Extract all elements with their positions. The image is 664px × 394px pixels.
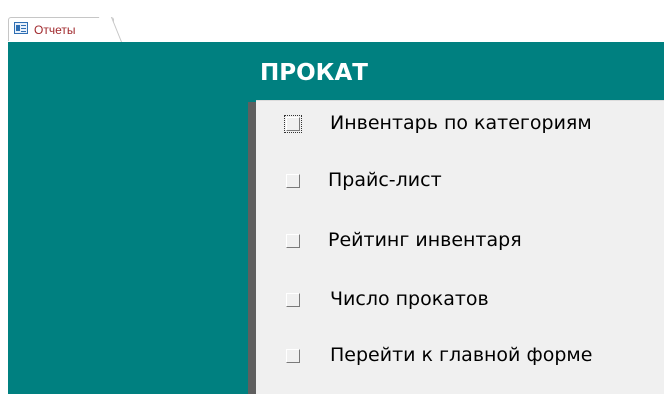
menu-button[interactable] [286,174,300,188]
menu-item-go-to-main-form[interactable]: Перейти к главной форме [256,339,664,373]
tab-label: Отчеты [34,23,76,37]
menu-panel: Инвентарь по категориям Прайс-лист Рейти… [256,100,664,394]
menu-item-label: Инвентарь по категориям [330,112,592,134]
document-tab-strip: Отчеты [0,0,664,42]
form-title: ПРОКАТ [260,60,368,86]
menu-item-price-list[interactable]: Прайс-лист [256,164,664,198]
menu-item-label: Число прокатов [330,288,489,310]
switchboard-form: ПРОКАТ Инвентарь по категориям Прайс-лис… [8,42,664,394]
panel-shadow [248,102,256,394]
menu-item-inventory-by-category[interactable]: Инвентарь по категориям [256,107,664,141]
menu-item-label: Перейти к главной форме [330,344,593,366]
menu-button[interactable] [284,115,302,133]
menu-item-label: Прайс-лист [328,169,442,191]
menu-button[interactable] [286,293,300,307]
menu-button[interactable] [286,234,300,248]
menu-item-rental-count[interactable]: Число прокатов [256,283,664,317]
menu-item-label: Рейтинг инвентаря [328,229,522,251]
menu-item-inventory-rating[interactable]: Рейтинг инвентаря [256,224,664,258]
menu-button[interactable] [286,349,300,363]
report-icon [14,22,28,34]
tab-reports[interactable]: Отчеты [8,17,114,41]
